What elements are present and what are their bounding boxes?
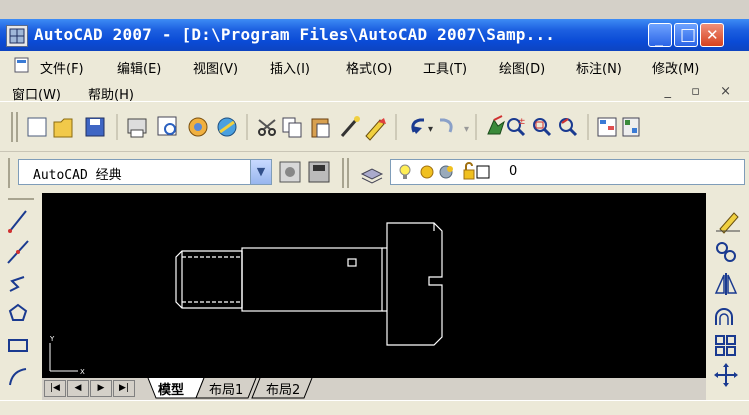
drawing-canvas[interactable]: Y X (42, 193, 706, 378)
design-center-icon (622, 117, 640, 137)
layout-tab-bar: |◀ ◀ ▶ ▶| 模型 布局1 布局2 (42, 378, 706, 400)
layer-color-swatch-icon (476, 165, 490, 179)
minimize-icon: _ (655, 28, 663, 47)
match-properties-icon (340, 116, 360, 137)
menu-view[interactable]: 视图(V) (193, 58, 238, 77)
status-bar (0, 400, 749, 415)
open-icon (53, 118, 73, 138)
svg-text:X: X (80, 368, 85, 376)
undo-dropdown-icon: ▾ (428, 124, 433, 135)
viewport-freeze-icon (439, 165, 453, 179)
zoom-previous-icon (559, 118, 578, 137)
tab-layout1[interactable]: 布局1 (209, 379, 243, 398)
last-tab-button[interactable]: ▶| (113, 380, 135, 397)
zoom-window-icon (533, 118, 552, 137)
array-icon (715, 335, 736, 356)
chevron-down-icon[interactable]: ▼ (250, 160, 271, 184)
title-bar[interactable]: AutoCAD 2007 - [D:\Program Files\AutoCAD… (0, 19, 749, 51)
3dviewer-icon (217, 117, 237, 137)
workspace-selected-value: AutoCAD 经典 (33, 168, 122, 183)
redo-dropdown-icon: ▾ (464, 124, 469, 135)
zoom-realtime-icon: ± (507, 117, 526, 137)
menu-draw[interactable]: 绘图(D) (499, 58, 545, 77)
paste-icon (311, 118, 330, 138)
redo-icon (440, 118, 453, 133)
pan-realtime-icon (487, 115, 505, 135)
tab-model[interactable]: 模型 (158, 379, 184, 398)
autocad-window: AutoCAD 2007 - [D:\Program Files\AutoCAD… (0, 0, 749, 415)
autocad-app-icon[interactable] (6, 25, 28, 47)
tab-layout2[interactable]: 布局2 (266, 379, 300, 398)
layer-dropdown[interactable]: 0 (390, 159, 745, 185)
menu-bar: 文件(F) 编辑(E) 视图(V) 插入(I) 格式(O) 工具(T) 绘图(D… (0, 51, 749, 103)
copy-icon (282, 117, 302, 138)
modify-toolbar (706, 193, 749, 415)
move-icon (714, 363, 738, 387)
plot-preview-icon (157, 116, 177, 136)
previous-tab-button[interactable]: ◀ (67, 380, 89, 397)
layer-state-icons (399, 162, 490, 180)
menu-edit[interactable]: 编辑(E) (117, 58, 161, 77)
save-icon (85, 117, 105, 137)
workspace-save-icon (308, 161, 330, 183)
properties-icon (597, 117, 617, 137)
new-icon (27, 117, 47, 137)
layer-name: 0 (509, 164, 518, 179)
window-title: AutoCAD 2007 - [D:\Program Files\AutoCAD… (34, 25, 556, 44)
publish-icon (188, 117, 208, 137)
svg-text:±: ± (518, 117, 526, 127)
close-icon: ✕ (706, 26, 719, 44)
svg-text:Y: Y (49, 335, 55, 343)
first-tab-button[interactable]: |◀ (44, 380, 66, 397)
ucs-icon: Y X (49, 335, 85, 376)
maximize-button[interactable]: □ (674, 23, 698, 47)
next-tab-button[interactable]: ▶ (90, 380, 112, 397)
workspace-layer-toolbar: AutoCAD 经典 ▼ 0 (0, 151, 749, 194)
unlock-icon (463, 162, 475, 180)
workspace-dropdown[interactable]: AutoCAD 经典 ▼ (18, 159, 272, 185)
draw-toolbar (0, 193, 42, 415)
lightbulb-on-icon (399, 164, 411, 179)
workspace-settings-icon (279, 161, 301, 183)
plot-icon (127, 118, 147, 138)
menu-modify[interactable]: 修改(M) (652, 58, 699, 77)
cut-icon (258, 119, 276, 136)
block-editor-icon (365, 118, 386, 141)
standard-toolbar-icons: ▾ ▾ ± (11, 112, 640, 142)
menu-insert[interactable]: 插入(I) (270, 58, 310, 77)
undo-icon (411, 118, 424, 134)
erase-icon (716, 212, 740, 234)
menu-dimension[interactable]: 标注(N) (576, 58, 622, 77)
mdi-window-controls[interactable]: _ ▫ × (665, 84, 739, 99)
menu-format[interactable]: 格式(O) (346, 58, 392, 77)
menu-file[interactable]: 文件(F) (40, 58, 84, 77)
close-button[interactable]: ✕ (700, 23, 724, 47)
menu-tools[interactable]: 工具(T) (423, 58, 467, 77)
standard-toolbar: ▾ ▾ ± (0, 101, 749, 152)
offset-icon (715, 308, 733, 325)
minimize-button[interactable]: _ (648, 23, 672, 47)
maximize-icon: □ (680, 25, 697, 45)
bolt-drawing: Y X (49, 222, 443, 376)
document-icon[interactable] (14, 57, 30, 73)
layer-manager-icon (360, 168, 384, 184)
copy-object-icon (716, 242, 736, 262)
mirror-icon (714, 273, 738, 295)
sun-thaw-icon (420, 165, 434, 179)
